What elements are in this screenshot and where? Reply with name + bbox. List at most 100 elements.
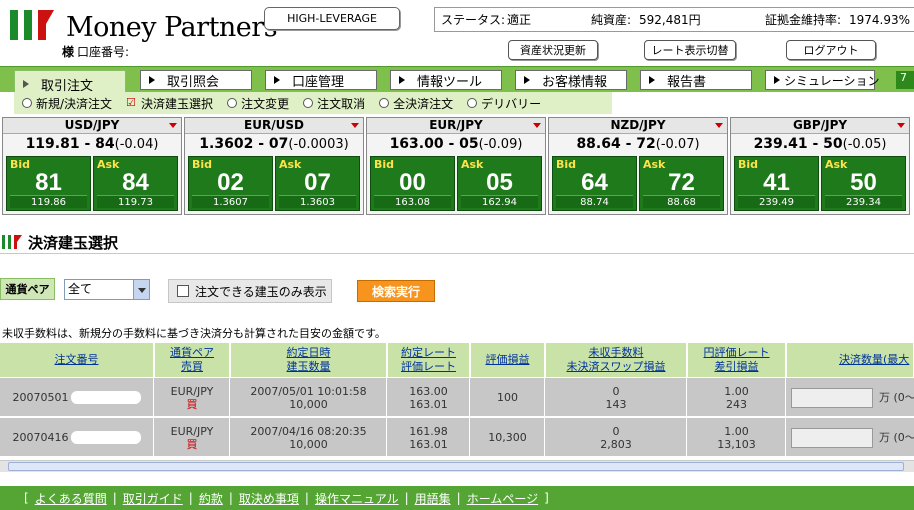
ask-button[interactable]: Ask 84 119.73	[93, 156, 178, 211]
eval-pl: 100	[471, 378, 545, 417]
orderable-only-checkbox[interactable]: 注文できる建玉のみ表示	[168, 279, 332, 303]
horizontal-scrollbar[interactable]	[0, 460, 914, 472]
dropdown-icon	[715, 123, 723, 128]
net-assets-label: 純資産:	[591, 13, 632, 27]
rate-quote: 163.00 - 05(-0.09)	[389, 136, 523, 152]
yen-rate-net: 1.00 243	[688, 378, 786, 417]
arrow-icon	[524, 76, 530, 84]
rate-panel: EUR/USD 1.3602 - 07(-0.0003) Bid 02 1.3607…	[184, 117, 364, 215]
rates: 161.98 163.01	[388, 418, 470, 457]
arrow-icon	[649, 76, 655, 84]
subnav-new-settle-order[interactable]: 新規/決済注文	[22, 95, 112, 112]
section-header: 決済建玉選択	[0, 230, 914, 254]
logo-bars-icon	[2, 235, 22, 249]
footer-link-faq[interactable]: よくある質問	[35, 490, 107, 507]
account-label: 口座番号:	[77, 45, 130, 59]
tab-reports[interactable]: 報告書	[640, 70, 752, 90]
arrow-icon	[23, 80, 29, 88]
footer-link-guide[interactable]: 取引ガイド	[123, 490, 183, 507]
rate-display-toggle-button[interactable]: レート表示切替	[644, 40, 736, 60]
logo-bars-icon	[10, 10, 54, 40]
footer-link-manual[interactable]: 操作マニュアル	[315, 490, 399, 507]
subnav-settle-all[interactable]: 全決済注文	[379, 95, 453, 112]
footer-link-rules[interactable]: 取決め事項	[239, 490, 299, 507]
arrow-icon	[774, 76, 780, 84]
scrollbar-thumb[interactable]	[8, 462, 904, 471]
col-pair-side[interactable]: 通貨ペア 売買	[155, 343, 230, 377]
rate-quote: 119.81 - 84(-0.04)	[25, 136, 159, 152]
settle-qty-input[interactable]	[791, 427, 873, 448]
radio-icon	[467, 98, 478, 108]
col-rates[interactable]: 約定レート 評価レート	[388, 343, 470, 377]
pair-selector[interactable]: USD/JPY	[3, 118, 181, 134]
col-order-no[interactable]: 注文番号	[0, 343, 154, 377]
account-honorific: 様	[62, 45, 75, 59]
pair-selector[interactable]: NZD/JPY	[549, 118, 727, 134]
logo: Money Partners	[4, 4, 278, 44]
table-row: 20070501 EUR/JPY 買 2007/05/01 10:01:58 10,…	[0, 378, 914, 417]
footer-links: [ よくある質問 | 取引ガイド | 約款 | 取決め事項 | 操作マニュアル …	[0, 486, 914, 510]
rate-quote: 88.64 - 72(-0.07)	[576, 136, 700, 152]
nav-more[interactable]: 7	[896, 71, 914, 89]
settle-qty: 万 (0～	[787, 418, 914, 457]
dropdown-icon	[533, 123, 541, 128]
datetime-qty: 2007/04/16 08:20:35 10,000	[231, 418, 387, 457]
radio-icon	[303, 98, 314, 108]
settle-qty-input[interactable]	[791, 387, 873, 408]
tab-customer-info[interactable]: お客様情報	[515, 70, 627, 90]
footer-link-glossary[interactable]: 用語集	[415, 490, 451, 507]
order-number: 20070416	[0, 418, 154, 457]
checkmark-icon: ☑	[126, 95, 136, 109]
arrow-icon	[274, 76, 280, 84]
subnav-cancel-order[interactable]: 注文取消	[303, 95, 365, 112]
pair-side: EUR/JPY 買	[155, 378, 230, 417]
ask-button[interactable]: Ask 05 162.94	[457, 156, 542, 211]
datetime-qty: 2007/05/01 10:01:58 10,000	[231, 378, 387, 417]
ask-button[interactable]: Ask 07 1.3603	[275, 156, 360, 211]
fee-swap: 0 2,803	[546, 418, 687, 457]
col-eval-pl[interactable]: 評価損益	[471, 343, 545, 377]
col-settle-qty[interactable]: 決済数量(最大	[787, 343, 914, 377]
bid-button[interactable]: Bid 41 239.49	[734, 156, 819, 211]
currency-pair-label: 通貨ペア	[0, 278, 55, 300]
tab-trade-inquiry[interactable]: 取引照会	[140, 70, 252, 90]
pair-selector[interactable]: EUR/USD	[185, 118, 363, 134]
bid-button[interactable]: Bid 02 1.3607	[188, 156, 273, 211]
tab-info-tools[interactable]: 情報ツール	[390, 70, 502, 90]
ask-button[interactable]: Ask 72 88.68	[639, 156, 724, 211]
currency-pair-select[interactable]: 全て	[64, 279, 150, 300]
dropdown-icon	[351, 123, 359, 128]
high-leverage-button[interactable]: HIGH-LEVERAGE	[264, 7, 400, 30]
bid-button[interactable]: Bid 64 88.74	[552, 156, 637, 211]
col-yen-rate[interactable]: 円評価レート 差引損益	[688, 343, 786, 377]
pair-selector[interactable]: GBP/JPY	[731, 118, 909, 134]
ask-button[interactable]: Ask 50 239.34	[821, 156, 906, 211]
page-title: 決済建玉選択	[28, 234, 119, 252]
redaction-mask	[70, 431, 141, 444]
subnav-modify-order[interactable]: 注文変更	[227, 95, 289, 112]
tab-account[interactable]: 口座管理	[265, 70, 377, 90]
margin-rate-value: 1974.93%	[849, 12, 911, 27]
bid-button[interactable]: Bid 00 163.08	[370, 156, 455, 211]
logout-button[interactable]: ログアウト	[786, 40, 876, 60]
status-label: ステータス:	[441, 13, 506, 27]
footer-link-terms[interactable]: 約款	[199, 490, 223, 507]
rate-panels: USD/JPY 119.81 - 84(-0.04) Bid 81 119.86 A…	[0, 117, 914, 217]
subnav-select-position[interactable]: ☑ 決済建玉選択	[126, 95, 213, 112]
col-fee-swap[interactable]: 未収手数料 未決済スワップ損益	[546, 343, 687, 377]
pair-selector[interactable]: EUR/JPY	[367, 118, 545, 134]
order-number: 20070501	[0, 378, 154, 417]
radio-icon	[379, 98, 390, 108]
tab-simulation[interactable]: シミュレーション	[765, 70, 880, 90]
sub-nav: 新規/決済注文 ☑ 決済建玉選択 注文変更 注文取消 全決済注文 デリバリー	[14, 92, 612, 114]
search-button[interactable]: 検索実行	[357, 280, 435, 302]
dropdown-icon	[169, 123, 177, 128]
refresh-assets-button[interactable]: 資産状況更新	[508, 40, 598, 60]
footer-link-homepage[interactable]: ホームページ	[467, 490, 538, 507]
bid-button[interactable]: Bid 81 119.86	[6, 156, 91, 211]
yen-rate-net: 1.00 13,103	[688, 418, 786, 457]
fee-swap: 0 143	[546, 378, 687, 417]
rate-panel: EUR/JPY 163.00 - 05(-0.09) Bid 00 163.08 A…	[366, 117, 546, 215]
subnav-delivery[interactable]: デリバリー	[467, 95, 541, 112]
col-datetime-qty[interactable]: 約定日時 建玉数量	[231, 343, 387, 377]
